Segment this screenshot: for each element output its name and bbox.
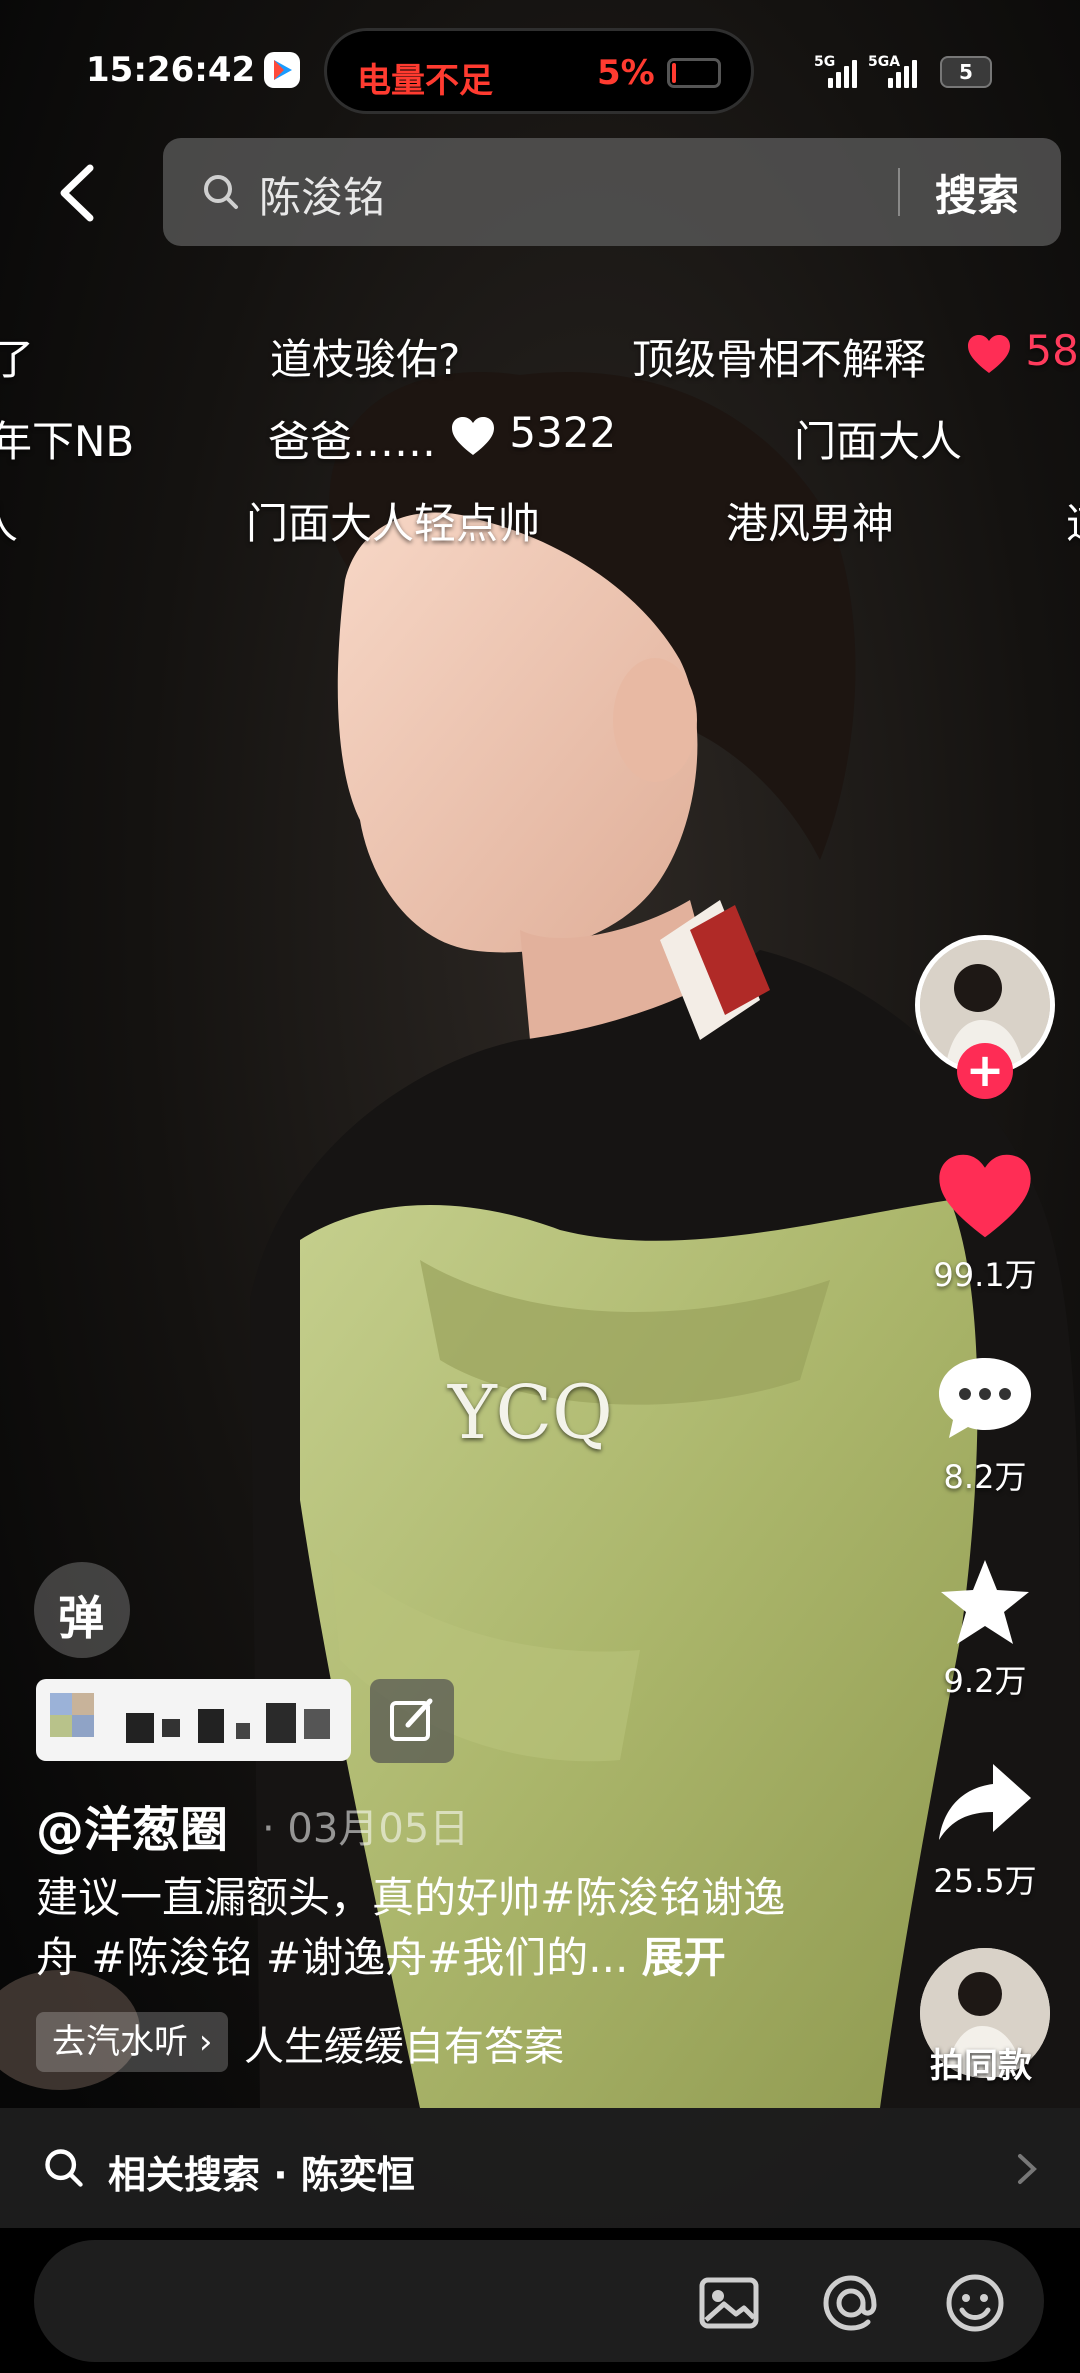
- danmaku-toggle[interactable]: 弹: [34, 1562, 130, 1658]
- edit-button[interactable]: [370, 1679, 454, 1763]
- favorite-button[interactable]: 9.2万: [925, 1556, 1045, 1702]
- caption[interactable]: 建议一直漏额头，真的好帅#陈浚铭谢逸舟 #陈浚铭 #谢逸舟#我们的... 展开: [36, 1868, 796, 1988]
- censored-tag[interactable]: [36, 1679, 351, 1761]
- danmaku-likes: 5322: [450, 408, 616, 457]
- same-style-button[interactable]: 拍同款: [930, 2038, 1032, 2087]
- share-icon: [939, 1764, 1031, 1840]
- heart-icon: [968, 334, 1010, 373]
- danmaku-item: 门面大人: [794, 417, 963, 466]
- image-icon[interactable]: [694, 2268, 764, 2338]
- music-tag[interactable]: 去汽水听 ›: [36, 2012, 229, 2072]
- share-count: 25.5万: [933, 1862, 1037, 1900]
- search-input[interactable]: 陈浚铭: [259, 164, 385, 225]
- danmaku-like-count: 5322: [509, 408, 617, 457]
- danmaku-item: 了: [0, 335, 35, 384]
- comment-input[interactable]: [34, 2240, 1044, 2362]
- danmaku-item: 顶级骨相不解释: [632, 335, 927, 384]
- search-divider: [898, 168, 900, 216]
- comment-count: 8.2万: [943, 1458, 1027, 1496]
- search-button[interactable]: 搜索: [935, 162, 1019, 223]
- danmaku-item: 道: [1066, 490, 1080, 551]
- watermark-text: YCQ: [448, 1370, 613, 1456]
- battery-warning-text: 电量不足: [357, 61, 493, 101]
- like-button[interactable]: 99.1万: [925, 1150, 1045, 1296]
- battery-warning-pill: 电量不足 5%: [324, 28, 754, 114]
- video-screen[interactable]: YCQ 15:26:42 电量不足 5% 5G 5GA 5 陈浚铭 搜索 了 道…: [0, 0, 1080, 2373]
- heart-icon: [939, 1154, 1031, 1238]
- search-icon: [204, 175, 238, 209]
- comment-button[interactable]: 8.2万: [925, 1352, 1045, 1498]
- at-icon[interactable]: [816, 2268, 886, 2338]
- signal-icon-2: [878, 58, 918, 88]
- music-title[interactable]: 人生缓缓自有答案: [244, 2014, 564, 2072]
- related-search-label: 相关搜索 · 陈奕恒: [108, 2153, 415, 2197]
- back-button[interactable]: [48, 158, 108, 228]
- danmaku-item: 人: [0, 490, 18, 551]
- heart-icon: [452, 416, 494, 455]
- danmaku-like-count: 58: [1025, 326, 1079, 375]
- back-icon: [60, 164, 94, 222]
- star-icon: [941, 1560, 1029, 1644]
- battery-percent: 5%: [597, 53, 655, 93]
- follow-button[interactable]: +: [957, 1043, 1013, 1099]
- chevron-right-icon: [1018, 2154, 1037, 2184]
- post-date: · 03月05日: [262, 1806, 470, 1852]
- emoji-icon[interactable]: [940, 2268, 1010, 2338]
- search-bar[interactable]: 陈浚铭 搜索: [163, 138, 1061, 246]
- signal-icon: [818, 58, 858, 88]
- share-button[interactable]: 25.5万: [925, 1756, 1045, 1902]
- clock: 15:26:42: [86, 50, 256, 90]
- expand-button[interactable]: 展开: [642, 1933, 726, 1982]
- related-search-bar[interactable]: 相关搜索 · 陈奕恒: [0, 2108, 1080, 2228]
- app-icon: [264, 52, 300, 88]
- comment-bar: [0, 2228, 1080, 2373]
- danmaku-item: 门面大人轻点帅: [246, 499, 541, 548]
- like-count: 99.1万: [933, 1256, 1037, 1294]
- danmaku-item: 港风男神: [726, 499, 895, 548]
- author-name[interactable]: @洋葱圈: [36, 1790, 228, 1860]
- chevron-right-icon: ›: [198, 2022, 213, 2062]
- music-tag-label: 去汽水听: [52, 2022, 188, 2062]
- search-icon: [45, 2149, 83, 2187]
- danmaku-item: 爸爸……: [268, 417, 437, 466]
- edit-icon: [390, 1698, 433, 1741]
- favorite-count: 9.2万: [943, 1662, 1027, 1700]
- phone-battery: 5: [940, 56, 992, 88]
- danmaku-item: 道枝骏佑?: [270, 335, 461, 384]
- battery-icon: [667, 58, 721, 88]
- danmaku-item: 年下NB: [0, 417, 135, 466]
- comment-icon: [939, 1358, 1031, 1438]
- status-bar: 15:26:42 电量不足 5% 5G 5GA 5: [0, 0, 1080, 140]
- danmaku-likes: 58: [966, 326, 1079, 375]
- danmaku-toggle-label: 弹: [58, 1591, 104, 1645]
